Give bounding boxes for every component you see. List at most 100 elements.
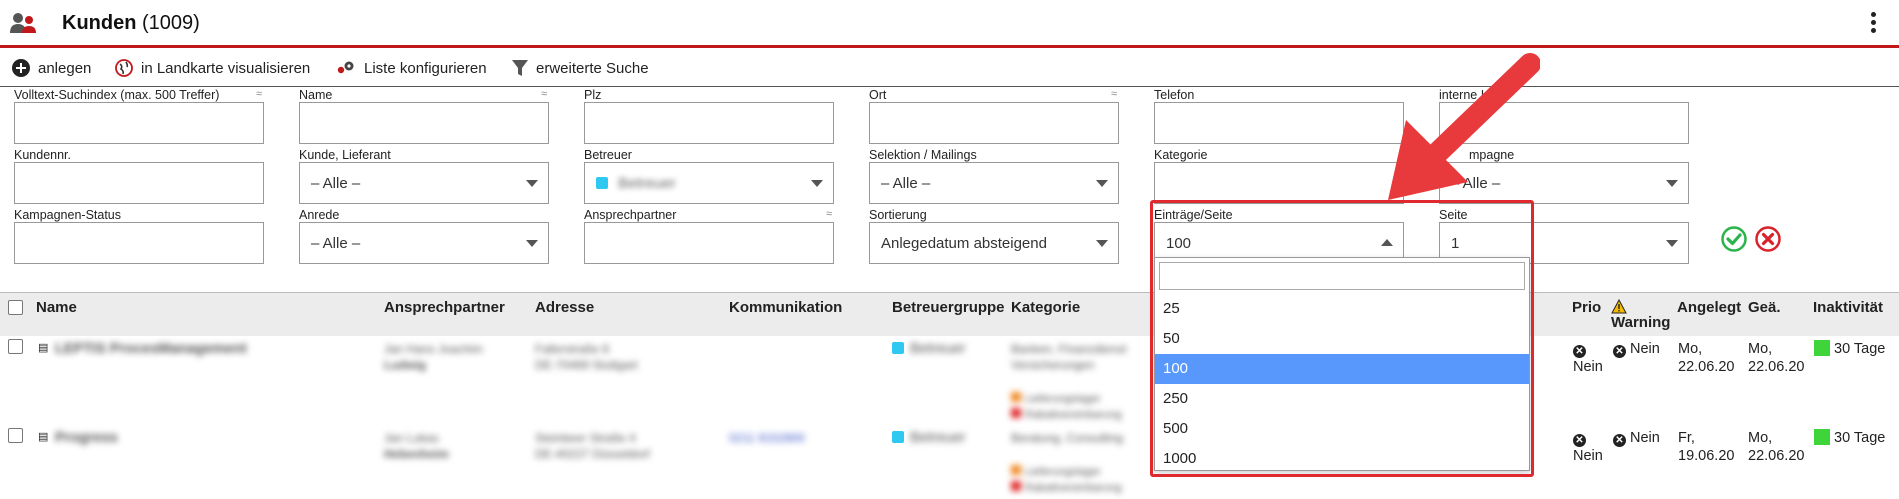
row-geae-date: 22.06.20 (1748, 448, 1805, 464)
filter-kundennr-label: Kundennr. (14, 148, 71, 162)
dropdown-option[interactable]: 50 (1155, 324, 1529, 354)
kategorie-input[interactable] (1154, 162, 1404, 204)
chevron-down-icon (1096, 240, 1108, 247)
row-prio: ✕ Nein (1573, 340, 1603, 376)
kampagne-select[interactable]: – Alle – (1439, 162, 1689, 204)
col-inaktivitaet[interactable]: Inaktivität (1813, 299, 1883, 316)
dropdown-option[interactable]: 500 (1155, 414, 1529, 444)
gears-icon (337, 61, 354, 74)
ort-input[interactable] (869, 102, 1119, 144)
document-icon: ▤ (38, 431, 49, 443)
filter-sortierung-label: Sortierung (869, 208, 927, 222)
row-angelegt-day: Fr, (1678, 430, 1695, 446)
dropdown-option[interactable]: 250 (1155, 384, 1529, 414)
table-header: Name Ansprechpartner Adresse Kommunikati… (0, 292, 1899, 336)
telefon-input[interactable] (1154, 102, 1404, 144)
cancel-x-icon[interactable] (1755, 226, 1781, 252)
row-warning: ✕ Nein (1613, 429, 1660, 447)
row-checkbox[interactable] (8, 339, 23, 354)
dropdown-option-selected[interactable]: 100 (1155, 354, 1529, 384)
col-name[interactable]: Name (36, 299, 77, 316)
row-prio: ✕ Nein (1573, 429, 1603, 465)
col-ansprechpartner[interactable]: Ansprechpartner (384, 299, 505, 316)
eintraege-value: 100 (1166, 235, 1192, 252)
kunde-lieferant-select[interactable]: – Alle – (299, 162, 549, 204)
configure-list-button[interactable]: Liste konfigurieren (336, 55, 487, 81)
col-warning[interactable]: Warning (1611, 299, 1670, 332)
add-button-label: anlegen (38, 59, 92, 77)
row-ansprechpartner-2: Ludwig (384, 358, 426, 372)
col-kommunikation[interactable]: Kommunikation (729, 299, 842, 316)
plz-input[interactable] (584, 102, 834, 144)
color-swatch (892, 431, 904, 443)
row-angelegt-date: 19.06.20 (1678, 448, 1735, 464)
selektion-value: – Alle – (881, 175, 931, 192)
ansprechpartner-input[interactable] (584, 222, 834, 264)
confirm-check-icon[interactable] (1721, 226, 1747, 252)
dropdown-option[interactable]: 25 (1155, 294, 1529, 324)
row-geae: Mo, 22.06.20 (1748, 429, 1804, 465)
row-geae: Mo, 22.06.20 (1748, 340, 1804, 376)
chevron-down-icon (1096, 180, 1108, 187)
col-adresse[interactable]: Adresse (535, 299, 594, 316)
anrede-select[interactable]: – Alle – (299, 222, 549, 264)
row-betreuer-name: Betreuer (910, 341, 966, 357)
filter-interne-label: interne I (1439, 88, 1485, 102)
kundennr-input[interactable] (14, 162, 264, 204)
map-visualize-button[interactable]: in Landkarte visualisieren (115, 55, 310, 81)
row-kommunikation[interactable]: 0211 9152800 (729, 429, 805, 447)
name-input[interactable] (299, 102, 549, 144)
row-name[interactable]: Progress (55, 429, 118, 447)
seite-value: 1 (1451, 235, 1460, 252)
filter-anrede-label: Anrede (299, 208, 340, 222)
customers-icon (10, 13, 36, 33)
color-swatch (892, 342, 904, 354)
page-title-text: Kunden (62, 12, 137, 34)
betreuer-select[interactable]: Betreuer (584, 162, 834, 204)
filter-betreuer-label: Betreuer (584, 148, 632, 162)
col-geae[interactable]: Geä. (1748, 299, 1781, 316)
anrede-value: – Alle – (311, 235, 361, 252)
dropdown-search-input[interactable] (1159, 262, 1525, 290)
row-checkbox[interactable] (8, 428, 23, 443)
interne-input[interactable] (1439, 102, 1689, 144)
row-adresse-2: DE-40227 Düsseldorf (535, 447, 650, 461)
row-kategorie-3-text: Lieferungslager (1025, 393, 1101, 405)
sortierung-select[interactable]: Anlegedatum absteigend (869, 222, 1119, 264)
col-prio[interactable]: Prio (1572, 299, 1601, 316)
add-button[interactable]: anlegen (12, 55, 91, 81)
row-geae-day: Mo, (1748, 341, 1773, 357)
filter-kunde-lieferant-label: Kunde, Lieferant (299, 148, 391, 162)
chevron-down-icon (526, 240, 538, 247)
table-row[interactable]: ▤ LEPTIS ProcesManagement Jan Hans Joach… (0, 336, 1899, 426)
toolbar: anlegen in Landkarte visualisieren Liste… (0, 51, 1899, 87)
filter-kategorie-label: Kategorie (1154, 148, 1208, 162)
col-betreuergruppe[interactable]: Betreuergruppe (892, 299, 1005, 316)
status-green-icon (1814, 429, 1830, 445)
dropdown-option[interactable]: 1000 (1155, 444, 1529, 474)
page-header: Kunden (1009) (0, 0, 1899, 48)
selektion-select[interactable]: – Alle – (869, 162, 1119, 204)
filter-ansprechpartner-label: Ansprechpartner (584, 208, 677, 222)
configure-list-label: Liste konfigurieren (364, 59, 487, 77)
row-kategorie-4-text: Rabattvereinbarung (1025, 409, 1122, 421)
more-menu-icon[interactable] (1871, 12, 1877, 36)
row-adresse-2: DE-70469 Stuttgart (535, 358, 638, 372)
document-icon: ▤ (38, 342, 49, 354)
col-kategorie[interactable]: Kategorie (1011, 299, 1080, 316)
row-angelegt-day: Mo, (1678, 341, 1703, 357)
fulltext-input[interactable] (14, 102, 264, 144)
table-row[interactable]: ▤ Progress Jan Lukas Hebenheim Steinbeer… (0, 425, 1899, 499)
row-inaktiv: 30 Tage (1814, 429, 1885, 447)
globe-icon (115, 59, 133, 77)
row-name[interactable]: LEPTIS ProcesManagement (55, 340, 247, 358)
select-all-checkbox[interactable] (8, 300, 23, 315)
col-angelegt[interactable]: Angelegt (1677, 299, 1741, 316)
chevron-down-icon (526, 180, 538, 187)
warning-icon (1611, 299, 1627, 314)
advanced-search-button[interactable]: erweiterte Suche (512, 55, 649, 81)
kampagnen-status-input[interactable] (14, 222, 264, 264)
row-warning: ✕ Nein (1613, 340, 1660, 358)
approx-icon: ≈ (540, 88, 547, 100)
row-ansprechpartner-2: Hebenheim (384, 447, 449, 461)
